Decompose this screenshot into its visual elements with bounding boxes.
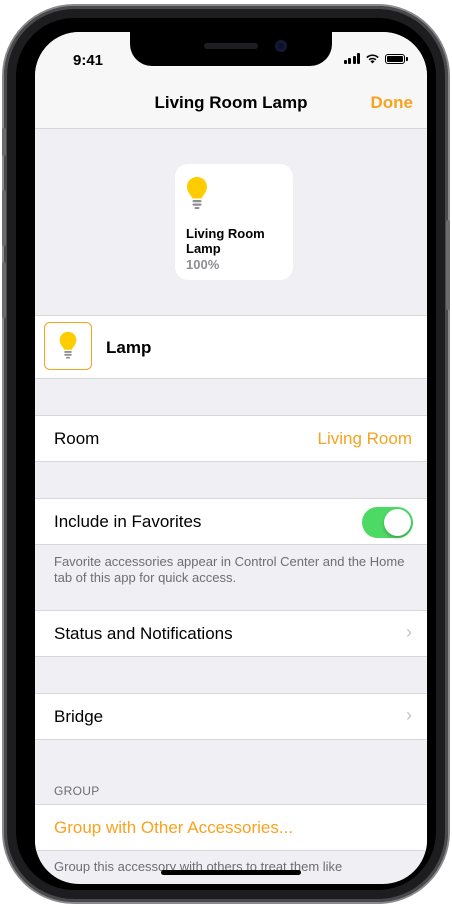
status-icons	[343, 53, 408, 64]
accessory-icon-selector[interactable]	[44, 322, 92, 370]
cellular-signal-icon	[343, 53, 360, 64]
silent-switch	[2, 128, 6, 156]
front-camera	[275, 40, 287, 52]
bridge-cell[interactable]: Bridge ›	[35, 693, 427, 740]
battery-icon	[385, 53, 408, 64]
favorites-cell: Include in Favorites	[35, 498, 427, 545]
volume-down-button	[2, 262, 6, 318]
favorites-label: Include in Favorites	[54, 512, 202, 531]
done-button[interactable]: Done	[371, 93, 414, 113]
home-indicator[interactable]	[161, 870, 301, 875]
room-value: Living Room	[317, 429, 413, 448]
favorites-toggle[interactable]	[362, 507, 413, 538]
screen: 9:41 Living Room Lamp Done Living Room L…	[35, 32, 427, 884]
page-title: Living Room Lamp	[154, 93, 308, 112]
notch	[130, 32, 332, 66]
room-cell[interactable]: Room Living Room	[35, 415, 427, 462]
favorites-footnote: Favorite accessories appear in Control C…	[54, 554, 405, 585]
volume-up-button	[2, 190, 6, 246]
tile-accessory-name: Living Room Lamp	[186, 226, 265, 256]
accessory-name-field[interactable]: Lamp	[106, 338, 151, 358]
toggle-knob	[384, 509, 411, 536]
chevron-right-icon: ›	[406, 622, 412, 642]
wifi-icon	[366, 54, 379, 64]
navigation-bar: Living Room Lamp Done	[35, 76, 427, 129]
accessory-tile[interactable]: Living Room Lamp 100%	[175, 164, 293, 280]
bridge-label: Bridge	[54, 707, 104, 726]
group-section-header: GROUP	[54, 784, 100, 798]
status-notifications-label: Status and Notifications	[54, 624, 233, 643]
group-with-accessories-button[interactable]: Group with Other Accessories...	[54, 818, 293, 838]
group-action-cell[interactable]: Group with Other Accessories...	[35, 804, 427, 851]
speaker-grille	[204, 43, 258, 49]
power-button	[446, 220, 450, 310]
accessory-name-cell[interactable]: Lamp	[35, 315, 427, 379]
tile-brightness-value: 100%	[186, 257, 220, 272]
room-label: Room	[54, 429, 100, 448]
status-notifications-cell[interactable]: Status and Notifications ›	[35, 610, 427, 657]
chevron-right-icon: ›	[406, 705, 412, 725]
status-time: 9:41	[73, 52, 104, 69]
lightbulb-icon	[59, 331, 77, 359]
lightbulb-icon	[187, 177, 207, 209]
